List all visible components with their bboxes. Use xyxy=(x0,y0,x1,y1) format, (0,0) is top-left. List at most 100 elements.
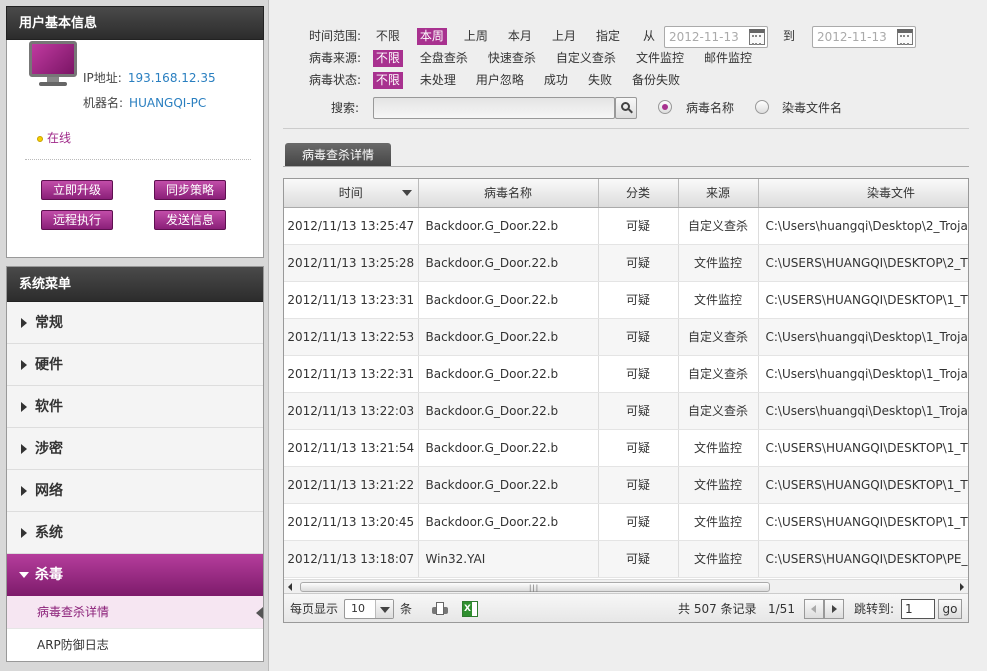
virus-source-filter: 病毒来源: 不限 全盘查杀 快速查杀 自定义查杀 文件监控 邮件监控 xyxy=(309,48,769,68)
jump-page-input[interactable]: 1 xyxy=(901,599,935,619)
menu-item-system[interactable]: 系统 xyxy=(7,512,263,554)
cell-time: 2012/11/13 13:18:07 xyxy=(284,540,419,578)
source-option-quick-scan[interactable]: 快速查杀 xyxy=(485,50,539,67)
table-row[interactable]: 2012/11/13 13:20:45 Backdoor.G_Door.22.b 可… xyxy=(284,503,968,541)
cell-source: 自定义查杀 xyxy=(678,318,759,356)
remote-exec-button[interactable]: 远程执行 xyxy=(41,210,113,230)
column-header-time[interactable]: 时间 xyxy=(284,179,419,208)
status-option-success[interactable]: 成功 xyxy=(541,72,571,89)
cell-category: 可疑 xyxy=(598,355,679,393)
submenu-arp-defense-log[interactable]: ARP防御日志 xyxy=(7,629,263,661)
table-row[interactable]: 2012/11/13 13:18:07 Win32.YAI 可疑 文件监控 C:\USE… xyxy=(284,540,968,578)
status-option-any[interactable]: 不限 xyxy=(372,72,403,89)
scroll-right-icon[interactable] xyxy=(960,583,964,591)
search-button[interactable] xyxy=(615,97,637,119)
total-records: 共 507 条记录 xyxy=(678,602,757,616)
sync-policy-button[interactable]: 同步策略 xyxy=(154,180,226,200)
chevron-right-icon xyxy=(21,402,27,412)
chevron-down-icon xyxy=(19,572,29,578)
excel-export-icon[interactable] xyxy=(462,601,478,617)
cell-infected-file: C:\Users\huangqi\Desktop\2_Trojan.G xyxy=(758,207,968,245)
column-header-virus-name[interactable]: 病毒名称 xyxy=(418,179,599,208)
cell-virus-name: Backdoor.G_Door.22.b xyxy=(418,429,599,467)
table-row[interactable]: 2012/11/13 13:22:53 Backdoor.G_Door.22.b 可… xyxy=(284,318,968,356)
divider xyxy=(283,128,969,129)
menu-item-antivirus[interactable]: 杀毒 xyxy=(7,554,263,596)
chevron-right-icon xyxy=(21,360,27,370)
menu-item-hardware[interactable]: 硬件 xyxy=(7,344,263,386)
per-page-select[interactable]: 10 xyxy=(344,599,394,619)
time-option-this-month[interactable]: 本月 xyxy=(505,28,535,45)
status-option-failed[interactable]: 失败 xyxy=(585,72,615,89)
divider xyxy=(25,159,251,160)
to-label: 到 xyxy=(783,29,796,43)
source-option-file-monitor[interactable]: 文件监控 xyxy=(633,50,687,67)
status-option-backup-failed[interactable]: 备份失败 xyxy=(629,72,683,89)
calendar-icon[interactable] xyxy=(897,29,913,45)
cell-virus-name: Win32.YAI xyxy=(418,540,599,578)
tab-virus-scan-details[interactable]: 病毒查杀详情 xyxy=(285,143,391,167)
time-option-last-week[interactable]: 上周 xyxy=(461,28,491,45)
status-option-unhandled[interactable]: 未处理 xyxy=(417,72,459,89)
send-message-button[interactable]: 发送信息 xyxy=(154,210,226,230)
to-date-input[interactable]: 2012-11-13 xyxy=(812,26,916,48)
time-option-any[interactable]: 不限 xyxy=(373,28,403,45)
next-page-button[interactable] xyxy=(824,599,844,619)
table-row[interactable]: 2012/11/13 13:21:22 Backdoor.G_Door.22.b 可… xyxy=(284,466,968,504)
table-row[interactable]: 2012/11/13 13:21:54 Backdoor.G_Door.22.b 可… xyxy=(284,429,968,467)
time-range-filter: 时间范围: 不限 本周 上周 本月 上月 指定 xyxy=(309,26,637,46)
menu-item-general[interactable]: 常规 xyxy=(7,302,263,344)
go-button[interactable]: go xyxy=(938,599,962,619)
scrollbar-thumb[interactable]: ||| xyxy=(300,582,770,592)
cell-infected-file: C:\USERS\HUANGQI\DESKTOP\2_Tl xyxy=(758,244,968,282)
horizontal-scrollbar[interactable]: ||| xyxy=(284,579,968,593)
chevron-down-icon[interactable] xyxy=(375,600,393,618)
radio-infected-filename-label: 染毒文件名 xyxy=(782,101,843,115)
search-input[interactable] xyxy=(373,97,615,119)
chevron-right-icon xyxy=(21,528,27,538)
menu-item-network[interactable]: 网络 xyxy=(7,470,263,512)
status-option-ignored[interactable]: 用户忽略 xyxy=(473,72,527,89)
cell-infected-file: C:\USERS\HUANGQI\DESKTOP\1_Tl xyxy=(758,503,968,541)
time-option-this-week[interactable]: 本周 xyxy=(416,28,447,45)
sort-desc-icon[interactable] xyxy=(401,190,412,196)
cell-virus-name: Backdoor.G_Door.22.b xyxy=(418,503,599,541)
host-label: 机器名: xyxy=(83,96,124,110)
cell-virus-name: Backdoor.G_Door.22.b xyxy=(418,318,599,356)
column-header-category[interactable]: 分类 xyxy=(598,179,679,208)
time-option-custom[interactable]: 指定 xyxy=(593,28,623,45)
cell-virus-name: Backdoor.G_Door.22.b xyxy=(418,392,599,430)
table-row[interactable]: 2012/11/13 13:22:03 Backdoor.G_Door.22.b 可… xyxy=(284,392,968,430)
menu-item-software[interactable]: 软件 xyxy=(7,386,263,428)
table-header-row: 时间 病毒名称 分类 来源 染毒文件 xyxy=(284,179,968,208)
submenu-virus-scan-details[interactable]: 病毒查杀详情 xyxy=(7,596,263,629)
virus-table: 时间 病毒名称 分类 来源 染毒文件 2012/11/13 13:25:47 Ba… xyxy=(283,178,969,623)
source-option-custom-scan[interactable]: 自定义查杀 xyxy=(553,50,619,67)
source-option-any[interactable]: 不限 xyxy=(372,50,403,67)
cell-source: 自定义查杀 xyxy=(678,392,759,430)
menu-item-classified[interactable]: 涉密 xyxy=(7,428,263,470)
radio-infected-filename[interactable] xyxy=(755,100,769,114)
table-row[interactable]: 2012/11/13 13:25:28 Backdoor.G_Door.22.b 可… xyxy=(284,244,968,282)
table-row[interactable]: 2012/11/13 13:25:47 Backdoor.G_Door.22.b 可… xyxy=(284,207,968,245)
cell-time: 2012/11/13 13:22:31 xyxy=(284,355,419,393)
prev-page-button[interactable] xyxy=(804,599,824,619)
calendar-icon[interactable] xyxy=(749,29,765,45)
search-label: 搜索: xyxy=(331,101,360,115)
from-date-input[interactable]: 2012-11-13 xyxy=(664,26,768,48)
scroll-left-icon[interactable] xyxy=(288,583,292,591)
source-option-full-scan[interactable]: 全盘查杀 xyxy=(417,50,471,67)
column-header-infected-file[interactable]: 染毒文件 xyxy=(758,179,968,208)
print-icon[interactable] xyxy=(432,602,448,616)
radio-virus-name-label: 病毒名称 xyxy=(686,101,735,115)
radio-virus-name[interactable] xyxy=(658,100,672,114)
per-page-label: 每页显示 xyxy=(290,602,339,616)
table-row[interactable]: 2012/11/13 13:23:31 Backdoor.G_Door.22.b 可… xyxy=(284,281,968,319)
table-row[interactable]: 2012/11/13 13:22:31 Backdoor.G_Door.22.b 可… xyxy=(284,355,968,393)
source-option-mail-monitor[interactable]: 邮件监控 xyxy=(701,50,755,67)
time-option-last-month[interactable]: 上月 xyxy=(549,28,579,45)
upgrade-now-button[interactable]: 立即升级 xyxy=(41,180,113,200)
user-info-title: 用户基本信息 xyxy=(6,6,264,40)
column-header-source[interactable]: 来源 xyxy=(678,179,759,208)
cell-virus-name: Backdoor.G_Door.22.b xyxy=(418,207,599,245)
